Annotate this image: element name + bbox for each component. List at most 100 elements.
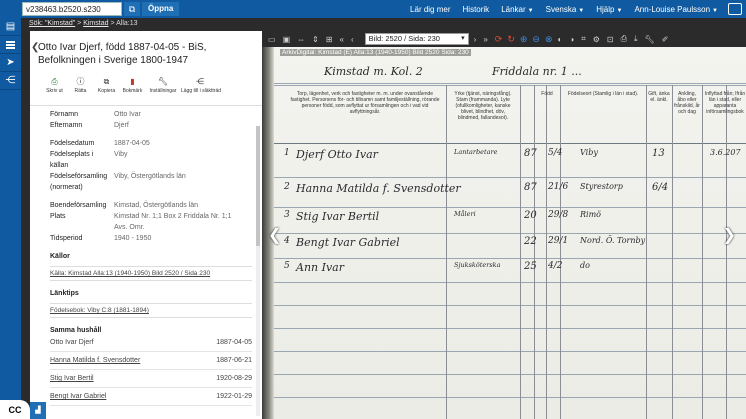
fit-height-icon[interactable]: ⇕ (312, 35, 319, 44)
last-page-icon[interactable]: » (483, 35, 487, 44)
chevron-down-icon: ▼ (712, 7, 718, 14)
sidebar-home[interactable]: ▤ (0, 18, 21, 36)
field-label: källan (50, 162, 69, 169)
scrollbar-thumb[interactable] (256, 126, 260, 246)
household-member[interactable]: Hanna Matilda f. Svensdotter 1887-06-21 (50, 352, 252, 370)
invert-icon[interactable]: ◐ (558, 35, 563, 44)
contrast-icon[interactable]: ◑ (569, 35, 574, 44)
field-label: (normerat) (50, 184, 83, 191)
chevron-left-icon[interactable]: ❮ (31, 42, 39, 53)
sidebar-menu[interactable] (0, 36, 21, 54)
adjust-icon[interactable]: ⚙ (593, 35, 600, 44)
open-button[interactable]: Öppna (142, 2, 180, 16)
print-icon[interactable]: ⎙ (621, 34, 627, 44)
panel-toggle-icon[interactable]: ▭ (268, 35, 276, 44)
settings-button[interactable]: 🔧︎ Inställningar (146, 77, 180, 101)
sidebar-tree[interactable]: ⋲ (0, 72, 21, 90)
print-button[interactable]: ⎙ Skriv ut (42, 77, 67, 101)
copy-button[interactable]: ⧉ Kopiera (94, 77, 119, 101)
download-icon[interactable]: ⤓ (634, 34, 638, 44)
link-tips-heading: Länktips (50, 290, 79, 297)
zoom-in-icon[interactable]: ⊕ (520, 34, 528, 45)
bookmark-button[interactable]: ▮ Bokmärk (120, 77, 145, 101)
field-gap (50, 131, 262, 138)
table-column-rule (726, 85, 727, 419)
document-viewer[interactable]: Kimstad m. Kol. 2 Friddala nr. 1 ... Tor… (262, 47, 746, 419)
household-member-name[interactable]: Stig Ivar Bertil (50, 370, 94, 387)
bookmark-icon: ▮ (130, 77, 135, 86)
link-tip[interactable]: Födelsebok: Viby C:8 (1881-1894) (50, 303, 252, 318)
source-link[interactable]: Källa: Kimstad Alla:13 (1940-1950) Bild … (50, 266, 252, 281)
field-value: Avs. Omr. (114, 224, 145, 231)
entry-job: Sjuksköterska (454, 261, 501, 269)
copy-label: Kopiera (97, 88, 116, 94)
top-menu: Lär dig mer Historik Länkar ▼ Svenska ▼ Hj… (398, 0, 742, 18)
fit-width-icon[interactable]: ⇔ (297, 35, 305, 44)
info-icon: ⓘ (76, 77, 85, 86)
refresh-icon[interactable]: ⟳ (495, 34, 503, 45)
copy-icon[interactable]: ⧉ (124, 2, 140, 16)
actual-size-icon[interactable]: ⊞ (326, 35, 333, 44)
breadcrumb-search[interactable]: Sök: "Kimstad" (29, 20, 75, 27)
zoom-fit-icon[interactable]: ⊗ (545, 34, 553, 45)
book-icon: ▤ (5, 21, 16, 32)
correct-button[interactable]: ⓘ Rätta (68, 77, 93, 101)
household-member: Otto Ivar Djerf 1887-04-05 (50, 334, 252, 352)
pin-icon[interactable]: ✐ (662, 35, 669, 44)
viewer-toolbar: ▭ ▣ ⇔ ⇕ ⊞ « ‹ Bild: 2520 / Sida: 230 › »… (262, 31, 746, 47)
entry-no: 3 (284, 210, 290, 220)
field-value: 1887-04-05 (114, 140, 150, 147)
record-detail-panel: ❮ Otto Ivar Djerf, född 1887-04-05 - BiS… (30, 31, 262, 419)
entry-no: 4 (284, 236, 290, 246)
household-member[interactable]: Bengt Ivar Gabriel 1922-01-29 (50, 388, 252, 406)
entry-no: 5 (284, 261, 290, 271)
sidebar-navigate[interactable]: ➤ (0, 54, 21, 72)
nav-history[interactable]: Historik (463, 5, 490, 14)
previous-image-arrow[interactable]: ❮ (268, 225, 281, 245)
record-field: Avs. Omr. (50, 222, 262, 233)
breadcrumb-separator: > (108, 20, 117, 27)
household-member[interactable]: Stig Ivar Bertil 1920-08-29 (50, 370, 252, 388)
nav-help[interactable]: Hjälp ▼ (596, 5, 622, 14)
entry-place: Viby (580, 148, 598, 157)
page-select[interactable]: Bild: 2520 / Sida: 230 (364, 33, 469, 45)
next-page-icon[interactable]: › (474, 35, 477, 44)
nav-language[interactable]: Svenska ▼ (546, 5, 585, 14)
cart-icon[interactable] (728, 3, 742, 15)
nav-links[interactable]: Länkar ▼ (501, 5, 533, 14)
previous-page-icon[interactable]: ‹ (351, 35, 354, 44)
navigation-arrow-icon: ➤ (6, 57, 15, 68)
reference-id-input[interactable] (22, 2, 122, 16)
table-rule (274, 207, 746, 208)
chevron-down-icon: ▼ (578, 7, 585, 14)
nav-user[interactable]: Ann-Louise Paulsson ▼ (634, 5, 718, 14)
cookie-consent-icon[interactable]: CC (0, 400, 30, 419)
first-page-icon[interactable]: « (340, 35, 344, 44)
entry-md: 4/2 (548, 261, 563, 271)
add-to-tree-button[interactable]: ⋲ Lägg till i släktträd (181, 77, 221, 101)
wrench-icon[interactable]: 🔧︎ (645, 35, 655, 44)
household-member-name[interactable]: Hanna Matilda f. Svensdotter (50, 352, 140, 369)
table-rule (274, 328, 746, 329)
bookmark-label: Bokmärk (122, 88, 143, 94)
nav-learn-more[interactable]: Lär dig mer (410, 5, 450, 14)
chat-icon[interactable]: ▟ (30, 402, 46, 419)
zoom-out-icon[interactable]: ⊖ (532, 34, 540, 45)
household-member-name[interactable]: Bengt Ivar Gabriel (50, 388, 106, 405)
entry-place: Nord. Ö. Tornby (580, 236, 646, 245)
column-header-married: Gift, änka el. änkl. (648, 91, 670, 103)
rotate-icon[interactable]: ↻ (507, 34, 515, 45)
wrench-icon: 🔧︎ (157, 77, 169, 86)
panel-scrollbar[interactable] (256, 126, 260, 416)
field-label (50, 222, 114, 233)
measure-icon[interactable]: ⊡ (607, 35, 614, 44)
breadcrumb-parish[interactable]: Kimstad (83, 20, 108, 27)
entry-md: 5/4 (548, 148, 563, 158)
fit-page-icon[interactable]: ▣ (283, 35, 291, 44)
household-heading: Samma hushåll (50, 327, 102, 334)
family-tree-icon: ⋲ (5, 75, 16, 86)
crop-icon[interactable]: ⌗ (581, 34, 586, 44)
next-image-arrow[interactable]: ❯ (723, 225, 736, 245)
field-value: Viby, Östergötlands län (114, 173, 186, 180)
entry-yr: 20 (524, 210, 537, 221)
